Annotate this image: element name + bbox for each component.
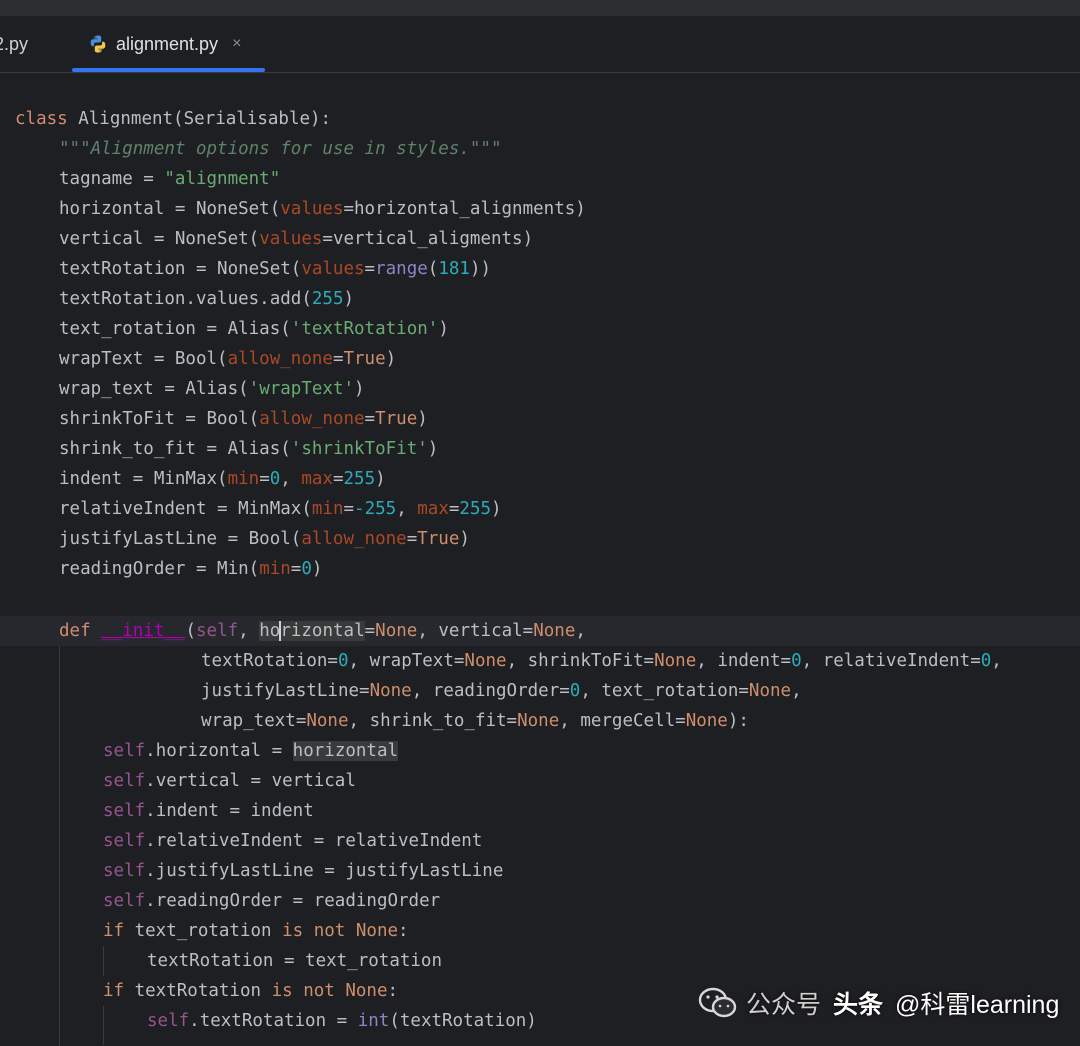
code-line: if textRotation is not None: xyxy=(103,981,399,1001)
code-line: shrink_to_fit = Alias('shrinkToFit') xyxy=(59,439,439,459)
code-line: textRotation.values.add(255) xyxy=(59,289,355,309)
code-line: justifyLastLine=None, readingOrder=0, te… xyxy=(201,681,802,701)
code-line: vertical = NoneSet(values=vertical_aligm… xyxy=(59,229,534,249)
code-line: wrap_text = Alias('wrapText') xyxy=(59,379,365,399)
code-line: if text_rotation is not None: xyxy=(103,921,409,941)
code-line: indent = MinMax(min=0, max=255) xyxy=(59,469,386,489)
indent-guide xyxy=(103,1006,104,1045)
python-file-icon xyxy=(90,35,106,53)
watermark-wechat-label: 公众号 xyxy=(746,991,822,1019)
code-line: """Alignment options for use in styles."… xyxy=(59,139,502,159)
code-line: readingOrder = Min(min=0) xyxy=(59,559,323,579)
tab-previous-label: 2.py xyxy=(0,33,29,54)
tab-previous-file[interactable]: 2.py xyxy=(0,16,28,72)
code-line: self.readingOrder = readingOrder xyxy=(103,891,441,911)
watermark-toutiao-label: 头条 xyxy=(833,991,884,1019)
code-line: textRotation = NoneSet(values=range(181)… xyxy=(59,259,492,279)
code-line: wrap_text=None, shrink_to_fit=None, merg… xyxy=(201,711,749,731)
code-line: tagname = "alignment" xyxy=(59,169,281,189)
code-line: textRotation=0, wrapText=None, shrinkToF… xyxy=(201,651,1002,671)
code-line: text_rotation = Alias('textRotation') xyxy=(59,319,449,339)
indent-guide xyxy=(59,646,60,1046)
tab-active-label: alignment.py xyxy=(116,33,219,54)
code-line: justifyLastLine = Bool(allow_none=True) xyxy=(59,529,470,549)
watermark-handle: @科雷learning xyxy=(895,991,1060,1019)
watermark: 公众号 头条 @科雷learning xyxy=(698,975,1059,1031)
editor-tab-bar: 2.py alignment.py × xyxy=(0,16,1080,73)
code-line: horizontal = NoneSet(values=horizontal_a… xyxy=(59,199,586,219)
code-line: self.relativeIndent = relativeIndent xyxy=(103,831,483,851)
code-line: self.vertical = vertical xyxy=(103,771,356,791)
code-line: shrinkToFit = Bool(allow_none=True) xyxy=(59,409,428,429)
code-editor[interactable]: class Alignment(Serialisable): """Alignm… xyxy=(0,73,1080,1046)
code-line: relativeIndent = MinMax(min=-255, max=25… xyxy=(59,499,502,519)
code-line: self.indent = indent xyxy=(103,801,314,821)
code-line: class Alignment(Serialisable): xyxy=(15,109,332,129)
code-line: textRotation = text_rotation xyxy=(147,951,443,971)
code-line: self.textRotation = int(textRotation) xyxy=(147,1011,537,1031)
window-top-strip xyxy=(0,0,1080,16)
tab-close-icon[interactable]: × xyxy=(232,35,241,53)
indent-guide xyxy=(103,946,104,976)
tab-alignment-py[interactable]: alignment.py × xyxy=(88,16,241,72)
code-line: wrapText = Bool(allow_none=True) xyxy=(59,349,397,369)
code-line: self.horizontal = horizontal xyxy=(103,741,399,761)
code-line-current: def __init__(self, horizontal=None, vert… xyxy=(59,621,586,641)
active-tab-indicator xyxy=(72,68,265,72)
wechat-icon xyxy=(698,987,737,1018)
code-line: self.justifyLastLine = justifyLastLine xyxy=(103,861,504,881)
